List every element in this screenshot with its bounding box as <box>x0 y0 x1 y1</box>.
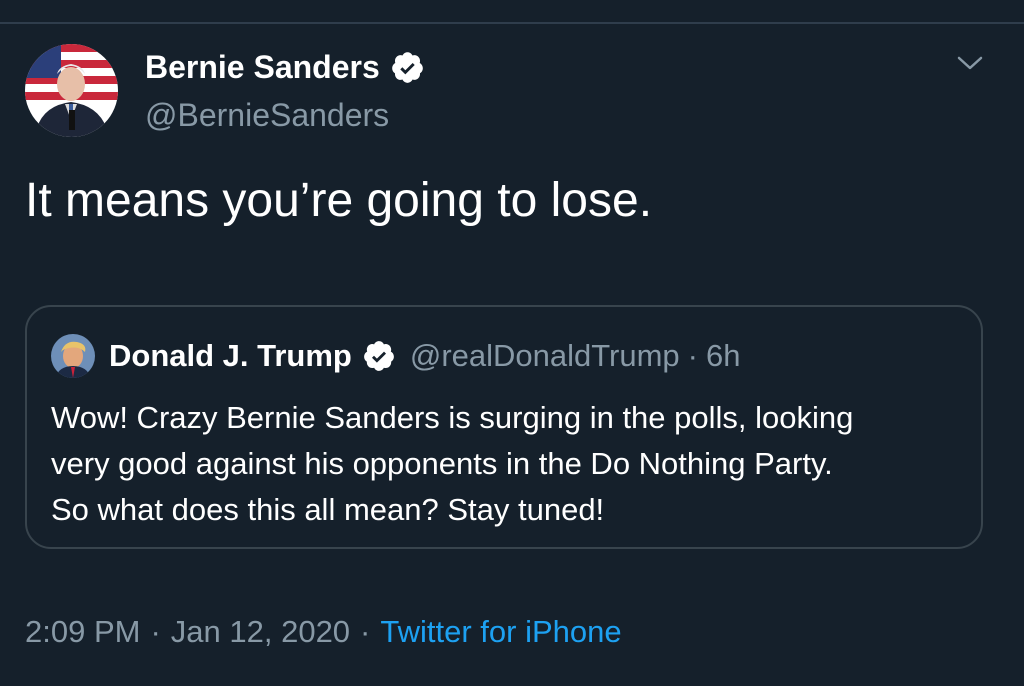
tweet-text: It means you’re going to lose. <box>25 174 653 227</box>
tweet-detail-view: Bernie Sanders @BernieSanders It means y… <box>0 0 1024 686</box>
verified-badge-icon <box>390 50 425 85</box>
quoted-tweet-card[interactable]: Donald J. Trump @realDonaldTrump · 6h Wo… <box>25 305 983 549</box>
author-name-row[interactable]: Bernie Sanders <box>145 48 425 86</box>
chevron-down-icon[interactable] <box>955 53 985 73</box>
quoted-author-name[interactable]: Donald J. Trump <box>109 337 352 375</box>
separator-dot: · <box>687 338 698 373</box>
quoted-header: Donald J. Trump @realDonaldTrump · 6h <box>109 337 740 375</box>
quoted-time: 6h <box>706 338 741 373</box>
author-handle[interactable]: @BernieSanders <box>145 96 389 134</box>
separator-dot: · <box>150 614 161 649</box>
quoted-author-handle[interactable]: @realDonaldTrump <box>410 337 680 375</box>
verified-badge-icon <box>362 339 396 373</box>
quoted-tweet-text: Wow! Crazy Bernie Sanders is surging in … <box>51 395 961 533</box>
separator-dot: · <box>360 614 371 649</box>
tweet-date: Jan 12, 2020 <box>170 614 351 649</box>
quoted-text-line: Wow! Crazy Bernie Sanders is surging in … <box>51 400 854 435</box>
tweet-time: 2:09 PM <box>25 614 141 649</box>
tweet-meta: 2:09 PM · Jan 12, 2020 · Twitter for iPhone <box>25 612 622 652</box>
tweet-source-link[interactable]: Twitter for iPhone <box>380 614 621 649</box>
quoted-text-line: So what does this all mean? Stay tuned! <box>51 492 605 527</box>
author-name[interactable]: Bernie Sanders <box>145 48 380 86</box>
quoted-author-avatar <box>51 334 95 378</box>
author-avatar[interactable] <box>25 44 118 137</box>
quoted-text-line: very good against his opponents in the D… <box>51 446 833 481</box>
top-divider <box>0 22 1024 24</box>
